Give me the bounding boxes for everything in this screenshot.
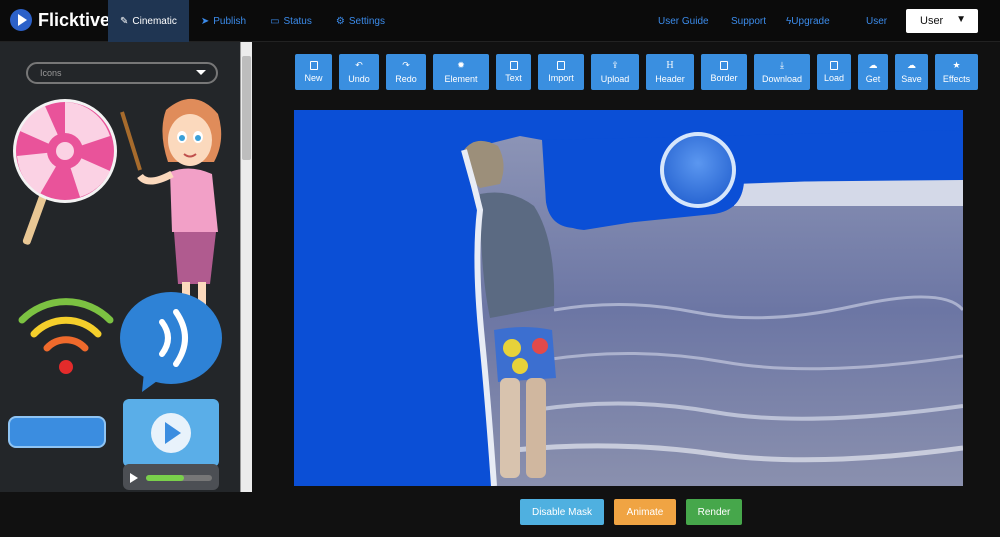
download-label: Download — [761, 74, 803, 84]
undo-icon: ↶ — [355, 60, 363, 70]
paper-plane-icon: ➤ — [200, 15, 210, 27]
redo-button[interactable]: ↷ Redo — [386, 54, 426, 90]
app-logo[interactable]: Flicktive — [10, 9, 110, 31]
heading-icon: H — [666, 60, 674, 71]
cloud-upload-icon: ☁ — [907, 60, 916, 70]
bottom-actions: Disable Mask Animate Render — [520, 499, 742, 525]
element-label: Element — [444, 74, 478, 84]
import-button[interactable]: Import — [538, 54, 584, 90]
square-icon — [720, 61, 728, 70]
new-button[interactable]: New — [295, 54, 332, 90]
effects-button[interactable]: ★ Effects — [935, 54, 978, 90]
redo-icon: ↷ — [402, 60, 410, 70]
nav-publish[interactable]: ➤ Publish — [189, 0, 258, 42]
upgrade-link[interactable]: Upgrade — [791, 16, 829, 27]
speech-bubble-sound-icon[interactable] — [118, 288, 228, 398]
support-nav: Support — [731, 0, 766, 42]
header-button[interactable]: H Header — [646, 54, 694, 90]
save-label: Save — [901, 74, 922, 84]
scrollbar-thumb[interactable] — [242, 56, 251, 160]
video-player-sticker[interactable] — [122, 398, 220, 492]
sidebar-scrollbar[interactable] — [240, 42, 252, 492]
upload-label: Upload — [600, 74, 630, 84]
gear-icon: ⚙ — [335, 15, 345, 27]
get-label: Get — [865, 74, 881, 84]
asset-sidebar — [0, 42, 240, 492]
user-link[interactable]: User — [866, 16, 887, 27]
top-bar: Flicktive ✎ Cinematic ➤ Publish ▭ Status… — [0, 0, 1000, 42]
load-label: Load — [823, 73, 845, 83]
disable-mask-button[interactable]: Disable Mask — [520, 499, 604, 525]
image-icon — [557, 61, 565, 70]
nav-cinematic[interactable]: ✎ Cinematic — [108, 0, 189, 42]
nav-publish-label: Publish — [213, 15, 247, 27]
border-label: Border — [710, 73, 738, 83]
masked-beach-photo — [461, 130, 963, 486]
cloud-download-icon: ☁ — [868, 60, 878, 70]
pencil-icon: ✎ — [120, 15, 129, 27]
sticker-category-select[interactable]: Icons — [26, 62, 218, 84]
sticker-category-value: Icons — [40, 68, 62, 78]
star-icon: ★ — [952, 60, 961, 70]
lollipop-sticker[interactable] — [10, 96, 120, 256]
blue-button-shape-sticker[interactable] — [8, 416, 106, 448]
nav-status-label: Status — [283, 15, 312, 27]
upload-button[interactable]: ⇪ Upload — [591, 54, 639, 90]
undo-label: Undo — [348, 74, 370, 84]
text-label: Text — [505, 73, 522, 83]
right-nav: User Guide — [658, 0, 709, 42]
border-button[interactable]: Border — [701, 54, 747, 90]
user-nav: User — [866, 0, 887, 42]
nav-settings[interactable]: ⚙ Settings — [324, 0, 397, 42]
file-icon — [309, 61, 318, 70]
upload-icon: ⇪ — [611, 60, 619, 70]
animate-button[interactable]: Animate — [614, 499, 676, 525]
floppy-icon — [830, 61, 838, 70]
load-button[interactable]: Load — [817, 54, 851, 90]
nav-status[interactable]: ▭ Status — [258, 0, 324, 42]
user-guide-link[interactable]: User Guide — [658, 16, 709, 27]
user-select[interactable]: User ▼ — [906, 9, 978, 33]
render-button[interactable]: Render — [686, 499, 742, 525]
header-label: Header — [655, 74, 685, 84]
get-button[interactable]: ☁ Get — [858, 54, 888, 90]
upgrade-nav: ϟ Upgrade — [786, 0, 830, 42]
new-label: New — [304, 73, 323, 83]
wifi-icon[interactable] — [16, 290, 116, 380]
caret-down-icon — [196, 70, 206, 75]
redo-label: Redo — [395, 74, 417, 84]
user-select-value: User — [920, 15, 944, 27]
download-icon: ⤓ — [780, 60, 784, 70]
editor-toolbar: New ↶ Undo ↷ Redo ✹ Element Text Import … — [295, 54, 978, 90]
download-button[interactable]: ⤓ Download — [754, 54, 810, 90]
caret-down-icon: ▼ — [956, 14, 966, 25]
nav-settings-label: Settings — [348, 15, 385, 27]
app-name: Flicktive — [38, 9, 111, 30]
main-nav: ✎ Cinematic ➤ Publish ▭ Status ⚙ Setting… — [108, 0, 397, 42]
import-label: Import — [548, 73, 574, 83]
text-file-icon — [509, 61, 518, 70]
monitor-icon: ▭ — [270, 15, 280, 27]
element-button[interactable]: ✹ Element — [433, 54, 489, 90]
play-logo-icon — [10, 9, 32, 31]
cog-icon: ✹ — [457, 60, 465, 70]
undo-button[interactable]: ↶ Undo — [339, 54, 379, 90]
nav-cinematic-label: Cinematic — [132, 15, 177, 27]
save-button[interactable]: ☁ Save — [895, 54, 928, 90]
support-link[interactable]: Support — [731, 16, 766, 27]
effects-label: Effects — [942, 74, 971, 84]
text-button[interactable]: Text — [496, 54, 531, 90]
editor-canvas[interactable] — [294, 110, 963, 486]
